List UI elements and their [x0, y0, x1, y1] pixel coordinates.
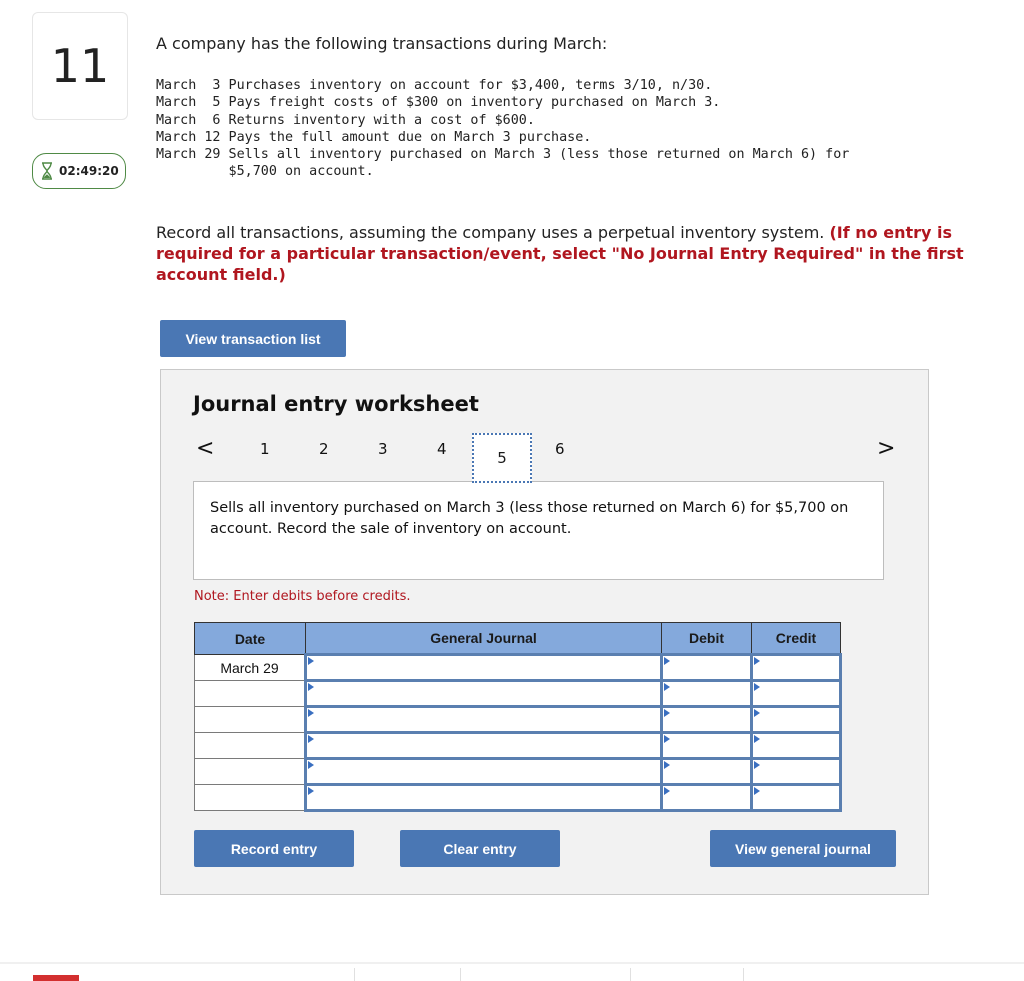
transaction-line: March 5 Pays freight costs of $300 on in…	[156, 95, 721, 111]
page-tab-3[interactable]: 3	[378, 440, 388, 458]
credit-input[interactable]	[750, 731, 842, 760]
header-general-journal: General Journal	[305, 622, 662, 655]
debit-input[interactable]	[660, 757, 753, 786]
account-input[interactable]	[304, 783, 663, 812]
clear-entry-button[interactable]: Clear entry	[400, 830, 560, 867]
debit-input[interactable]	[660, 731, 753, 760]
page-tab-1[interactable]: 1	[260, 440, 270, 458]
table-row	[194, 679, 842, 708]
credit-input[interactable]	[750, 783, 842, 812]
header-debit: Debit	[661, 622, 752, 655]
view-transaction-list-button[interactable]: View transaction list	[160, 320, 346, 357]
view-general-journal-button[interactable]: View general journal	[710, 830, 896, 867]
timer: 02:49:20	[32, 153, 126, 189]
timer-value: 02:49:20	[59, 164, 119, 178]
page-tab-2[interactable]: 2	[319, 440, 329, 458]
footer-logo	[33, 975, 79, 981]
date-cell	[194, 732, 306, 759]
table-row	[194, 705, 842, 734]
footer-divider	[0, 962, 1024, 964]
page-tab-6[interactable]: 6	[555, 440, 565, 458]
problem-intro: A company has the following transactions…	[156, 34, 608, 53]
worksheet-title: Journal entry worksheet	[193, 392, 479, 416]
debit-input[interactable]	[660, 705, 753, 734]
credit-input[interactable]	[750, 705, 842, 734]
table-row	[194, 783, 842, 812]
credit-input[interactable]	[750, 653, 842, 682]
date-cell	[194, 680, 306, 707]
table-row	[194, 757, 842, 786]
transaction-line: March 29 Sells all inventory purchased o…	[156, 147, 850, 163]
date-cell	[194, 706, 306, 733]
record-entry-button[interactable]: Record entry	[194, 830, 354, 867]
account-input[interactable]	[304, 653, 663, 682]
next-page-button[interactable]: >	[877, 436, 895, 461]
debit-input[interactable]	[660, 653, 753, 682]
credit-input[interactable]	[750, 679, 842, 708]
account-input[interactable]	[304, 757, 663, 786]
instructions: Record all transactions, assuming the co…	[156, 222, 976, 285]
transaction-line: March 6 Returns inventory with a cost of…	[156, 112, 535, 128]
date-cell	[194, 758, 306, 785]
footer-separator	[630, 968, 631, 981]
table-row: March 29	[194, 653, 842, 682]
prev-page-button[interactable]: <	[196, 436, 214, 461]
debit-credit-note: Note: Enter debits before credits.	[194, 589, 411, 604]
hourglass-icon	[42, 162, 52, 180]
footer-separator	[743, 968, 744, 981]
debit-input[interactable]	[660, 679, 753, 708]
header-credit: Credit	[751, 622, 841, 655]
date-cell	[194, 784, 306, 811]
instruction-text: Record all transactions, assuming the co…	[156, 223, 825, 242]
header-date: Date	[194, 622, 306, 655]
debit-input[interactable]	[660, 783, 753, 812]
journal-table: Date General Journal Debit Credit March …	[194, 622, 842, 812]
transaction-line: March 3 Purchases inventory on account f…	[156, 78, 713, 93]
transaction-list: March 3 Purchases inventory on account f…	[156, 77, 849, 181]
footer-separator	[354, 968, 355, 981]
question-number: 11	[32, 12, 128, 120]
page-tab-5-active[interactable]: 5	[472, 433, 532, 483]
transaction-description: Sells all inventory purchased on March 3…	[193, 481, 884, 580]
account-input[interactable]	[304, 705, 663, 734]
table-row	[194, 731, 842, 760]
credit-input[interactable]	[750, 757, 842, 786]
account-input[interactable]	[304, 731, 663, 760]
account-input[interactable]	[304, 679, 663, 708]
footer-separator	[460, 968, 461, 981]
transaction-line: March 12 Pays the full amount due on Mar…	[156, 129, 592, 145]
date-cell: March 29	[194, 654, 306, 681]
transaction-line: $5,700 on account.	[156, 164, 374, 180]
page-tab-4[interactable]: 4	[437, 440, 447, 458]
